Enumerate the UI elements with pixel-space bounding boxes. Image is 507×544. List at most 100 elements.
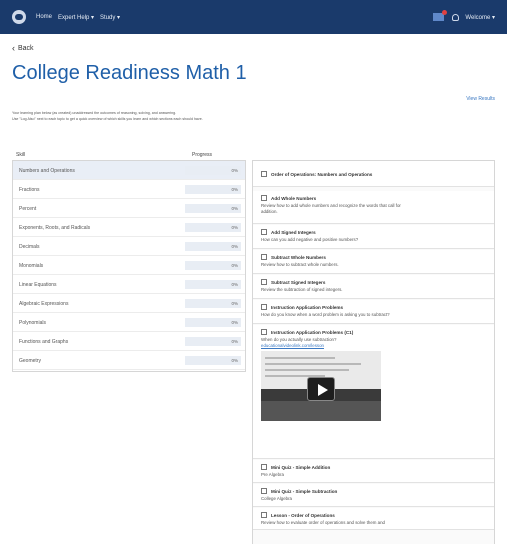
skill-progress-bar: 0% [185,318,241,327]
lesson-description: Review how to evaluate order of operatio… [261,520,385,525]
lesson-title[interactable]: Mini Quiz - Simple Addition [271,465,330,470]
lesson-item[interactable]: Mini Quiz - Simple Addition Pre Algebra [253,460,494,483]
skill-row[interactable]: Polynomials 0% [13,313,245,332]
skill-name: Geometry [19,358,41,364]
skill-progress-bar: 0% [185,204,241,213]
lesson-description: When do you actually use subtraction? [261,337,337,342]
skill-row[interactable]: Functions and Graphs 0% [13,332,245,351]
intro-line: Use "Log Also" next to each topic to get… [12,117,203,121]
top-navbar: Home Expert Help ▾ Study ▾ Welcome ▾ [0,0,507,34]
lesson-title[interactable]: Lesson - Order of Operations [271,513,335,518]
lesson-item[interactable]: Lesson - Order of Operations Review how t… [253,508,494,530]
skill-progress-bar: 0% [185,223,241,232]
checkbox[interactable] [261,304,267,310]
lesson-description: College Algebra [261,496,292,501]
skill-row[interactable]: Monomials 0% [13,256,245,275]
lesson-description: Review how to subtract whole numbers. [261,262,339,267]
skill-name: Percent [19,206,37,212]
skill-progress-bar: 0% [185,356,241,365]
skill-progress-value: 0% [231,301,238,306]
video-player[interactable] [261,351,381,421]
thumbnail-line [265,363,361,365]
skill-progress-value: 0% [231,225,238,230]
user-menu[interactable]: Welcome ▾ [465,14,495,21]
skill-progress-bar: 0% [185,242,241,251]
checkbox[interactable] [261,329,267,335]
view-results-link[interactable]: View Results [466,96,495,102]
checkbox[interactable] [261,195,267,201]
checkbox[interactable] [261,464,267,470]
skill-name: Decimals [19,244,40,250]
checkbox[interactable] [261,488,267,494]
checkbox[interactable] [261,254,267,260]
skill-progress-value: 0% [231,339,238,344]
lesson-title[interactable]: Add Whole Numbers [271,196,316,201]
skills-panel: Numbers and Operations 0% Fractions 0% Perce… [12,160,246,372]
lesson-item[interactable]: Mini Quiz - Simple Subtraction College Al… [253,484,494,507]
skill-row[interactable]: Decimals 0% [13,237,245,256]
skill-progress-bar: 0% [185,261,241,270]
lesson-item[interactable]: Instruction Application Problems How do y… [253,300,494,324]
skill-name: Polynomials [19,320,46,326]
lesson-description: Review how to add whole numbers and reco… [261,203,401,208]
thumbnail-line [265,357,335,359]
back-link[interactable]: ‹ Back [12,44,34,53]
nav-study[interactable]: Study ▾ [100,14,120,21]
lesson-group-header[interactable]: Order of Operations: Numbers and Operati… [253,161,494,187]
checkbox[interactable] [261,512,267,518]
skill-progress-value: 0% [231,358,238,363]
checkbox[interactable] [261,229,267,235]
video-footer [261,401,381,421]
lesson-group-title: Order of Operations: Numbers and Operati… [271,172,373,177]
skill-name: Fractions [19,187,40,193]
lesson-item[interactable]: Subtract Whole Numbers Review how to subt… [253,250,494,274]
skill-row[interactable]: Algebraic Expressions 0% [13,294,245,313]
skill-name: Numbers and Operations [19,168,75,174]
skill-row[interactable]: Percent 0% [13,199,245,218]
lesson-link[interactable]: educationalvideolink.com/lesson [261,343,324,348]
checkbox[interactable] [261,279,267,285]
back-label: Back [18,45,34,52]
skills-header: Skill Progress [12,150,246,160]
nav-home[interactable]: Home [36,14,52,20]
lesson-title[interactable]: Instruction Application Problems [271,305,343,310]
skills-header-skill: Skill [16,152,26,158]
skill-name: Algebraic Expressions [19,301,69,307]
lesson-description: addition. [261,209,278,214]
skill-row[interactable]: Fractions 0% [13,180,245,199]
bell-icon[interactable] [452,13,460,21]
skill-name: Monomials [19,263,44,269]
skill-row[interactable]: Linear Equations 0% [13,275,245,294]
flag-icon[interactable] [433,10,448,21]
skill-name: Functions and Graphs [19,339,69,345]
lesson-title[interactable]: Subtract Whole Numbers [271,255,326,260]
skill-row[interactable]: Geometry 0% [13,351,245,370]
lesson-description: Pre Algebra [261,472,284,477]
skill-progress-value: 0% [231,263,238,268]
lesson-item[interactable]: Add Signed Integers How can you add negat… [253,225,494,249]
play-icon[interactable] [307,377,335,401]
lesson-description: How do you know when a word problem is a… [261,312,390,317]
skills-header-progress: Progress [192,152,213,158]
skill-progress-bar: 0% [185,299,241,308]
skill-row[interactable]: Numbers and Operations 0% [13,161,245,180]
skill-progress-value: 0% [231,168,238,173]
skill-progress-value: 0% [231,320,238,325]
lesson-title[interactable]: Add Signed Integers [271,230,316,235]
lesson-item[interactable]: Add Whole Numbers Review how to add whole… [253,191,494,224]
logo-icon[interactable] [12,10,26,24]
page-title: College Readiness Math 1 [12,62,247,84]
lesson-item[interactable]: Subtract Signed Integers Review the subtr… [253,275,494,299]
lesson-title[interactable]: Subtract Signed Integers [271,280,325,285]
nav-expert-help[interactable]: Expert Help ▾ [58,14,94,21]
skill-progress-value: 0% [231,244,238,249]
skill-row[interactable]: Exponents, Roots, and Radicals 0% [13,218,245,237]
lesson-title[interactable]: Mini Quiz - Simple Subtraction [271,489,337,494]
thumbnail-line [265,369,349,371]
lesson-item[interactable]: Instruction Application Problems (C1) Whe… [253,325,494,459]
chevron-left-icon: ‹ [12,43,15,53]
skill-progress-value: 0% [231,187,238,192]
lesson-title[interactable]: Instruction Application Problems (C1) [271,330,353,335]
skill-progress-bar: 0% [185,280,241,289]
checkbox[interactable] [261,171,267,177]
